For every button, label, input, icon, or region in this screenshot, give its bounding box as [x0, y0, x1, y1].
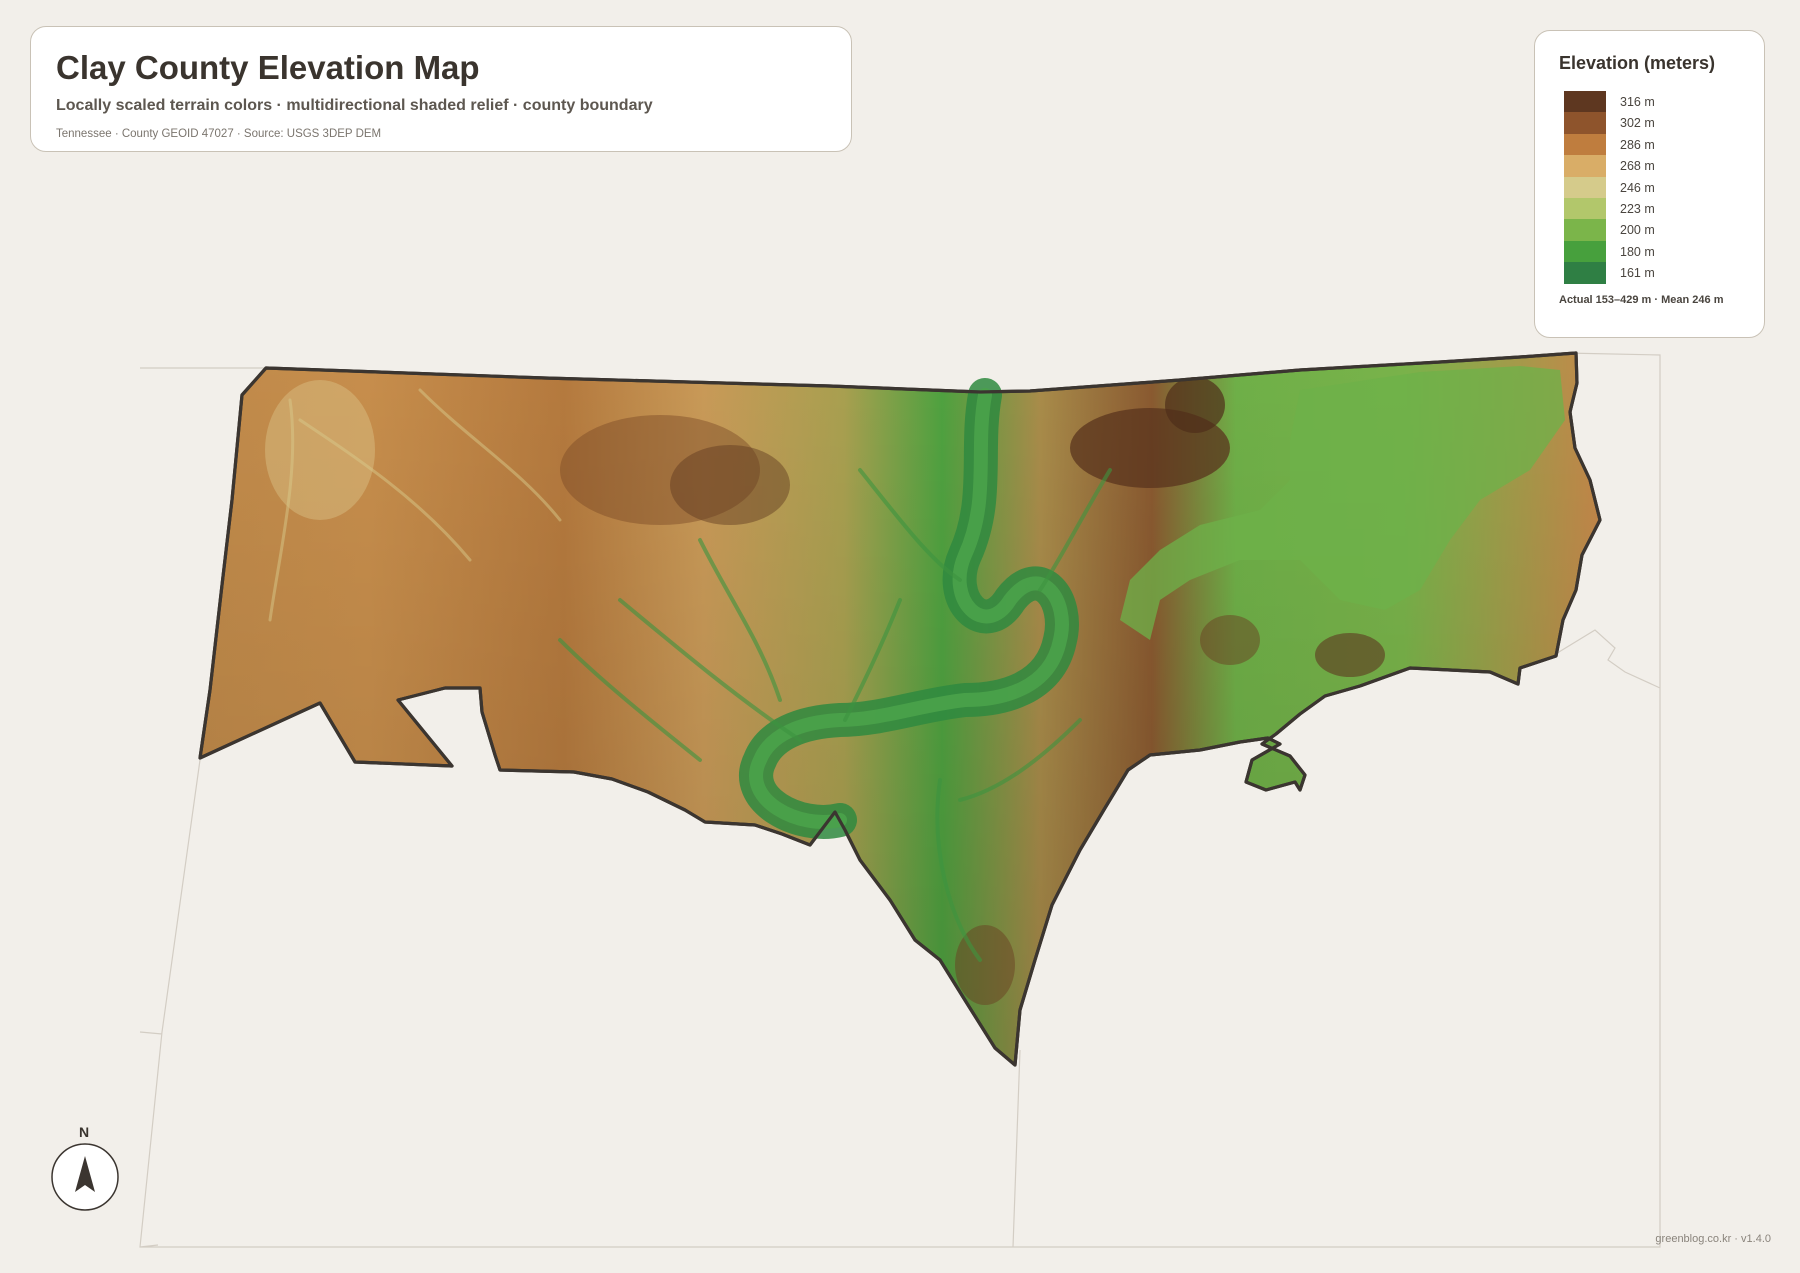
legend-label: 286 m	[1620, 137, 1655, 152]
legend-swatch	[1564, 133, 1606, 156]
terrain-relief	[198, 351, 1602, 1067]
legend-label: 302 m	[1620, 116, 1655, 131]
legend-label: 180 m	[1620, 244, 1655, 259]
map-source: Tennessee · County GEOID 47027 · Source:…	[56, 128, 382, 140]
legend-label: 200 m	[1620, 223, 1655, 238]
legend-label: 316 m	[1620, 95, 1655, 109]
north-arrow-icon	[51, 1143, 119, 1211]
credit-text: greenblog.co.kr · v1.4.0	[1655, 1233, 1771, 1245]
legend-swatch	[1564, 219, 1606, 241]
legend-label: 223 m	[1620, 201, 1655, 216]
elevation-legend: Elevation (meters) 316 m 302 m 286 m 268 m 2…	[1534, 30, 1765, 338]
legend-swatch	[1564, 91, 1606, 113]
legend-swatch	[1564, 262, 1606, 284]
elevation-map	[139, 351, 1661, 1248]
legend-swatch	[1564, 176, 1606, 198]
map-subtitle: Locally scaled terrain colors · multidir…	[56, 97, 653, 114]
north-arrow: N	[50, 1124, 120, 1224]
legend-label: 246 m	[1620, 180, 1655, 195]
legend-label: 268 m	[1620, 159, 1655, 174]
map-title: Clay County Elevation Map	[56, 49, 480, 86]
legend-title: Elevation (meters)	[1559, 53, 1716, 73]
legend-swatch	[1564, 112, 1606, 134]
legend-footer: Actual 153–429 m · Mean 246 m	[1559, 294, 1724, 306]
legend-swatch	[1564, 240, 1606, 263]
legend-swatch	[1564, 155, 1606, 177]
north-label: N	[79, 1124, 90, 1140]
legend-swatch	[1564, 197, 1606, 220]
legend-label: 161 m	[1620, 266, 1655, 281]
title-card: Clay County Elevation Map Locally scaled…	[30, 26, 852, 152]
